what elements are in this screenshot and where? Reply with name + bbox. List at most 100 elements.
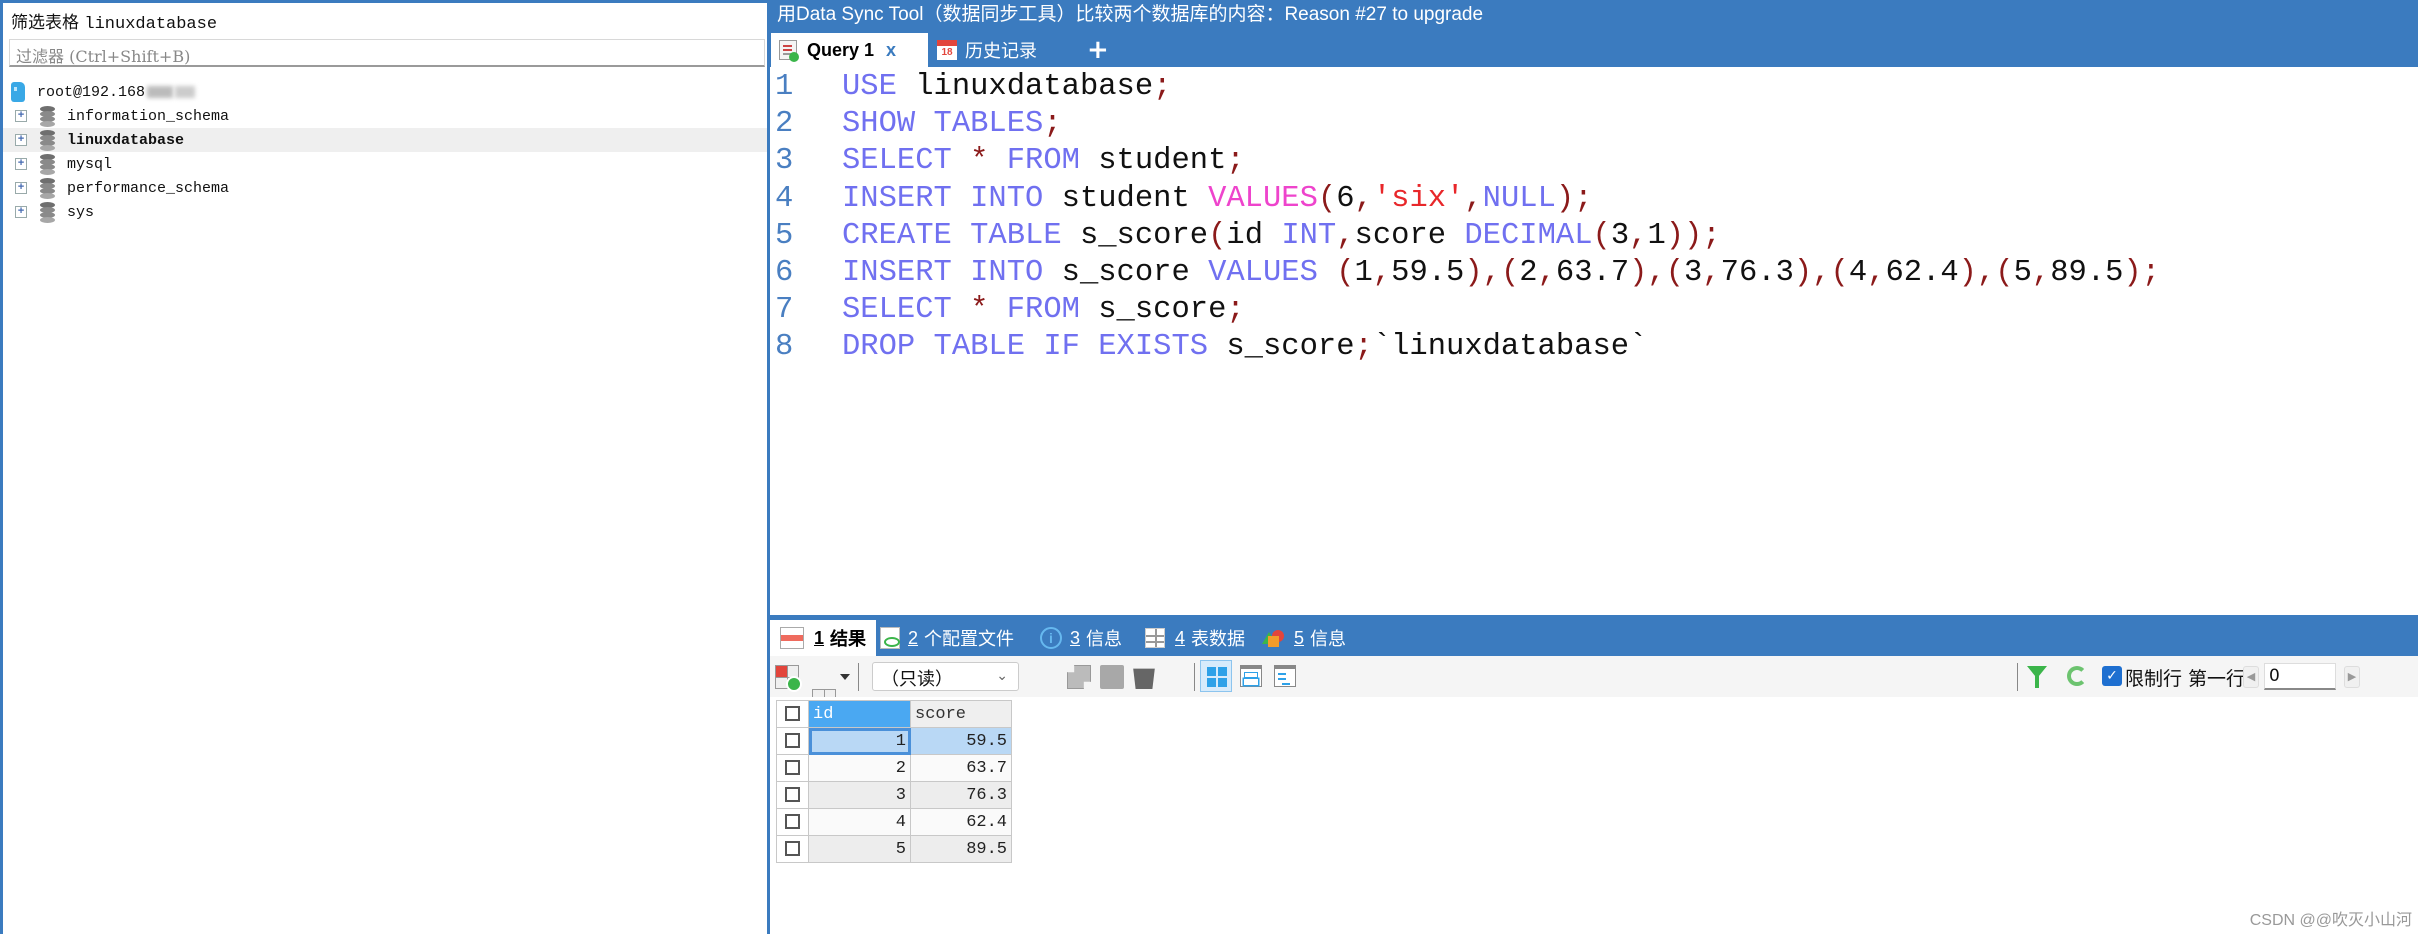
- refresh-icon[interactable]: [2067, 666, 2087, 686]
- cell-score[interactable]: 62.4: [910, 808, 1012, 836]
- cell-score[interactable]: 63.7: [910, 754, 1012, 782]
- result-toolbar: （只读） ⌄ ✓ 限制行 第一行: ◀ 0 ▶: [770, 656, 2418, 763]
- result-tab-1[interactable]: 1 结果: [770, 620, 877, 656]
- tree-item-label: sys: [67, 203, 95, 221]
- column-header-score[interactable]: score: [910, 700, 1012, 728]
- row-checkbox[interactable]: [776, 754, 809, 782]
- mode-select[interactable]: （只读） ⌄: [872, 662, 1019, 691]
- expand-icon[interactable]: +: [15, 134, 27, 146]
- toolbar-divider: [858, 663, 859, 691]
- table-row[interactable]: 3 76.3: [776, 781, 1012, 809]
- checkbox-icon: [785, 759, 800, 775]
- limit-rows-label: 限制行: [2125, 668, 2183, 690]
- table-row[interactable]: 1 59.5: [776, 727, 1012, 755]
- table-row[interactable]: 4 62.4: [776, 808, 1012, 836]
- filter-icon[interactable]: [2027, 666, 2047, 688]
- limit-rows-checkbox[interactable]: ✓: [2102, 666, 2122, 686]
- text-view-icon: [1274, 665, 1296, 687]
- row-checkbox[interactable]: [776, 781, 809, 809]
- code-token: USE: [842, 70, 916, 104]
- result-tab-5[interactable]: 5 信息: [1262, 620, 1346, 656]
- toolbar-divider: [1194, 663, 1195, 691]
- column-header-id[interactable]: id: [808, 700, 911, 728]
- tab-query-1[interactable]: Query 1 x: [771, 33, 928, 67]
- code-token: );: [2123, 256, 2161, 290]
- cell-score[interactable]: 76.3: [910, 781, 1012, 809]
- code-line[interactable]: 3 SELECT * FROM student;: [770, 143, 1245, 180]
- grid-view-button[interactable]: [1200, 660, 1232, 692]
- code-line[interactable]: 5 CREATE TABLE s_score(id INT,score DECIM…: [770, 218, 1721, 255]
- code-token: CREATE TABLE: [842, 218, 1080, 253]
- connection-node[interactable]: root@192.168: [3, 80, 767, 104]
- database-icon: [40, 106, 55, 127]
- expand-icon[interactable]: +: [15, 182, 27, 194]
- cell-id[interactable]: 2: [808, 754, 911, 782]
- line-number: 3: [775, 144, 794, 179]
- result-grid: id score 1 59.5 2 63.7 3 76.3 4 62.4 5 89.5: [776, 700, 1012, 863]
- tab-number: 3: [1070, 627, 1081, 648]
- table-row[interactable]: 5 89.5: [776, 835, 1012, 863]
- cell-id[interactable]: 4: [808, 808, 911, 836]
- new-tab-button[interactable]: +: [1087, 35, 1109, 65]
- tab-history[interactable]: 18 历史记录: [937, 33, 1037, 67]
- code-token: ;: [1153, 70, 1172, 104]
- table-filter-input[interactable]: 过滤器 (Ctrl+Shift+B): [9, 39, 765, 67]
- table-row[interactable]: 2 63.7: [776, 754, 1012, 782]
- select-all-checkbox[interactable]: [776, 700, 809, 728]
- tab-label: 结果: [830, 629, 867, 649]
- code-token: INSERT INTO: [842, 181, 1062, 216]
- copy-row-icon[interactable]: [1067, 665, 1091, 689]
- cell-id[interactable]: 1: [808, 727, 911, 755]
- row-checkbox[interactable]: [776, 808, 809, 836]
- code-line[interactable]: 7 SELECT * FROM s_score;: [770, 292, 1245, 329]
- code-line[interactable]: 1 USE linuxdatabase;: [770, 69, 1171, 106]
- cell-id[interactable]: 3: [808, 781, 911, 809]
- tab-label: 信息: [1310, 629, 1347, 649]
- checkbox-icon: [785, 732, 800, 748]
- expand-icon[interactable]: +: [15, 206, 27, 218]
- expand-icon[interactable]: +: [15, 158, 27, 170]
- tree-item-label: mysql: [67, 155, 113, 173]
- tree-item-linuxdatabase[interactable]: + linuxdatabase: [3, 128, 767, 152]
- result-tab-2[interactable]: 2 个配置文件: [880, 620, 1014, 656]
- tree-item-information-schema[interactable]: + information_schema: [3, 104, 767, 128]
- previous-page-icon[interactable]: ◀: [2243, 666, 2259, 688]
- add-record-icon[interactable]: [775, 665, 802, 692]
- row-checkbox[interactable]: [776, 727, 809, 755]
- cell-id[interactable]: 5: [808, 835, 911, 863]
- form-view-button[interactable]: [1235, 660, 1267, 692]
- tree-item-mysql[interactable]: + mysql: [3, 152, 767, 176]
- code-line[interactable]: 4 INSERT INTO student VALUES(6,'six',NULL…: [770, 181, 1593, 218]
- delete-icon[interactable]: [1133, 668, 1155, 689]
- tree-item-performance-schema[interactable]: + performance_schema: [3, 176, 767, 200]
- server-icon: [11, 82, 25, 102]
- close-tab-icon[interactable]: x: [886, 40, 896, 61]
- tree-item-sys[interactable]: + sys: [3, 200, 767, 224]
- result-tab-3[interactable]: i 3 信息: [1040, 620, 1122, 656]
- result-grid-icon: [780, 627, 804, 649]
- result-tab-4[interactable]: 4 表数据: [1145, 620, 1245, 656]
- cell-score[interactable]: 59.5: [910, 727, 1012, 755]
- code-token: ,: [1867, 256, 1886, 290]
- database-icon: [40, 130, 55, 151]
- mode-select-value: （只读）: [881, 669, 953, 690]
- row-checkbox[interactable]: [776, 835, 809, 863]
- code-token: s_score: [1098, 293, 1227, 328]
- code-token: *: [970, 144, 1007, 179]
- cell-score[interactable]: 89.5: [910, 835, 1012, 863]
- chevron-down-icon[interactable]: [840, 674, 850, 680]
- sql-editor[interactable]: 1 USE linuxdatabase; 2 SHOW TABLES; 3 SELECT …: [770, 67, 2418, 615]
- code-line[interactable]: 2 SHOW TABLES;: [770, 106, 1062, 143]
- code-token: SELECT: [842, 144, 971, 179]
- query-workspace: 用Data Sync Tool（数据同步工具）比较两个数据库的内容：Reason…: [767, 0, 2418, 934]
- expand-icon[interactable]: +: [15, 110, 27, 122]
- code-token: 6: [1336, 181, 1355, 216]
- code-line[interactable]: 8 DROP TABLE IF EXISTS s_score;`linuxdata…: [770, 329, 1647, 366]
- save-icon[interactable]: [1100, 665, 1124, 689]
- next-page-icon[interactable]: ▶: [2344, 666, 2360, 688]
- code-line[interactable]: 6 INSERT INTO s_score VALUES (1,59.5),(2,…: [770, 255, 2160, 292]
- first-row-input[interactable]: 0: [2264, 663, 2336, 690]
- code-token: 4: [1848, 256, 1868, 290]
- window-title: 用Data Sync Tool（数据同步工具）比较两个数据库的内容：Reason…: [777, 4, 1484, 25]
- text-view-button[interactable]: [1269, 660, 1301, 692]
